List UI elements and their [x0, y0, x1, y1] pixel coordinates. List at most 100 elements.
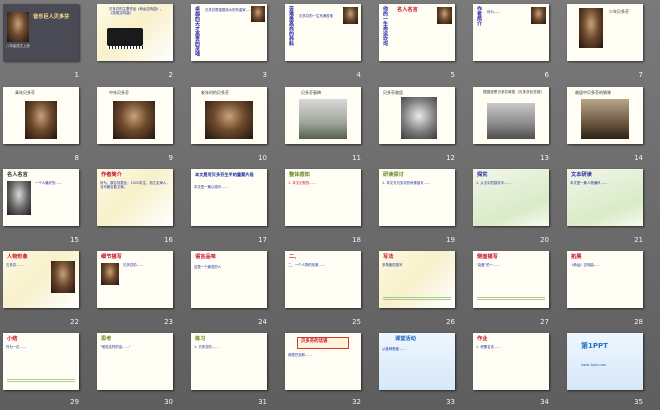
- slide-thumbnail-2[interactable]: 贝多芬的主要作品《命运交响曲》、《英雄交响曲》: [97, 4, 173, 61]
- slide-number: 30: [164, 398, 173, 406]
- slide-thumbnail-7[interactable]: 少年贝多芬: [567, 4, 643, 61]
- slide-number: 15: [70, 236, 79, 244]
- slide-thumbnail-18[interactable]: 整体感知 1. 本文记叙的……: [285, 169, 361, 226]
- museum-photo: [487, 103, 535, 139]
- slide-thumbnail-32[interactable]: 贝多芬的话语 我是巴克斯……: [285, 333, 361, 390]
- slide-title: 整体感知: [289, 172, 310, 178]
- slide-thumbnail-15[interactable]: 名人名言 一个人最好的……: [3, 169, 79, 226]
- slide-number: 16: [164, 236, 173, 244]
- slide-text: 这是一个痛苦的人: [194, 265, 222, 269]
- slide-title: 他的一生命运坎坷: [382, 6, 388, 46]
- slide-text: 贝多芬的……: [123, 263, 144, 267]
- music-staff-decoration: [477, 297, 545, 301]
- slide-thumbnail-21[interactable]: 文本研读 本文是一篇人物通讯……: [567, 169, 643, 226]
- slide-thumbnail-9[interactable]: 中年贝多芬: [97, 87, 173, 144]
- slide-title: 名人名言: [7, 172, 28, 178]
- slide-number: 20: [540, 236, 549, 244]
- slide-thumbnail-1[interactable]: 音乐巨人贝多芬 八年级语文上册: [3, 4, 79, 61]
- slide-thumbnail-14[interactable]: 故居中贝多芬的钢琴: [567, 87, 643, 144]
- slide-number: 29: [70, 398, 79, 406]
- slide-text: 何为，原名何振业，1922年生，浙江定海人，当代著名散文家。: [100, 181, 170, 190]
- slide-title: 作者简介: [476, 6, 482, 26]
- slide-caption: 贝多芬故居: [383, 90, 403, 95]
- slide-thumbnail-29[interactable]: 小结 作为一位……: [3, 333, 79, 390]
- slide-thumbnail-8[interactable]: 青年贝多芬: [3, 87, 79, 144]
- slide-thumbnail-23[interactable]: 细节描写 贝多芬的……: [97, 251, 173, 308]
- slide-subtitle: 八年级语文上册: [6, 44, 30, 48]
- slide-thumbnail-26[interactable]: 写法 多角度的描写: [379, 251, 455, 308]
- slide-title: 人物形象: [7, 254, 28, 260]
- slide-title: 本文是写贝多芬生平的重要片段: [195, 172, 254, 177]
- slide-sorter-view: 音乐巨人贝多芬 八年级语文上册 1 贝多芬的主要作品《命运交响曲》、《英雄交响曲…: [0, 0, 660, 410]
- slide-number: 26: [446, 318, 455, 326]
- slide-thumbnail-33[interactable]: 课堂活动 从各种角度……: [379, 333, 455, 390]
- slide-title: 细节描写: [101, 254, 122, 260]
- slide-thumbnail-19[interactable]: 研读探讨 1. 本文写贝多芬的肖像描写……: [379, 169, 455, 226]
- slide-thumbnail-27[interactable]: 侧面描写 “喜爱”的一……: [473, 251, 549, 308]
- slide-caption: 中年贝多芬: [109, 90, 129, 95]
- slide-thumbnail-31[interactable]: 练习 1. 贝多芬的……: [191, 333, 267, 390]
- slide-number: 23: [164, 318, 173, 326]
- slide-thumbnail-22[interactable]: 人物形象 贝多芬……: [3, 251, 79, 308]
- house-photo: [401, 97, 437, 139]
- slide-number: 17: [258, 236, 267, 244]
- beethoven-portrait: [205, 101, 253, 139]
- slide-thumbnail-35[interactable]: 第1PPT www.1ppt.com: [567, 333, 643, 390]
- piano-illustration: [107, 28, 143, 46]
- slide-thumbnail-12[interactable]: 贝多芬故居: [379, 87, 455, 144]
- slide-thumbnail-10[interactable]: 老年时的贝多芬: [191, 87, 267, 144]
- slide-number: 11: [352, 154, 361, 162]
- slide-thumbnail-17[interactable]: 本文是写贝多芬生平的重要片段 本文是一篇以描写……: [191, 169, 267, 226]
- slide-title: 研读探讨: [383, 172, 404, 178]
- slide-title: 卓越的天才高贵的灵魂: [194, 6, 200, 56]
- slide-text: 本文是一篇以描写……: [194, 185, 228, 189]
- beethoven-portrait: [437, 7, 452, 24]
- slide-number: 32: [352, 398, 361, 406]
- slide-title: 练习: [195, 336, 206, 342]
- slide-title: 课堂活动: [395, 336, 416, 342]
- slide-thumbnail-13[interactable]: 德国波恩贝多芬故居（贝多芬纪念馆）: [473, 87, 549, 144]
- slide-title: 思考: [101, 336, 112, 342]
- slide-text: “喜爱”的一……: [476, 263, 500, 267]
- slide-thumbnail-25[interactable]: 二、 二、一个人物的形象……: [285, 251, 361, 308]
- slide-title: 作者简介: [101, 172, 122, 178]
- slide-text: 1. 贝多芬的……: [194, 345, 219, 349]
- slide-number: 33: [446, 398, 455, 406]
- slide-title: 音乐巨人贝多芬: [33, 14, 70, 20]
- slide-text: 二、一个人物的形象……: [288, 263, 326, 267]
- slide-number: 9: [168, 154, 173, 162]
- slide-number: 13: [540, 154, 549, 162]
- slide-thumbnail-34[interactable]: 作业 1. 积累名言……: [473, 333, 549, 390]
- slide-caption: 老年时的贝多芬: [201, 90, 229, 95]
- slide-thumbnail-11[interactable]: 贝多芬墓碑: [285, 87, 361, 144]
- slide-caption: 故居中贝多芬的钢琴: [575, 90, 611, 95]
- slide-caption: 青年贝多芬: [15, 90, 35, 95]
- slide-number: 25: [352, 318, 361, 326]
- piano-keys: [107, 46, 143, 49]
- slide-thumbnail-20[interactable]: 探究 1. 从文中的描写中……: [473, 169, 549, 226]
- slide-thumbnail-3[interactable]: 卓越的天才高贵的灵魂 贝多芬是德国伟大的作曲家……: [191, 4, 267, 61]
- slide-text: 《命运》交响曲……: [570, 263, 601, 267]
- beethoven-portrait: [7, 12, 29, 42]
- slide-title: 侧面描写: [477, 254, 498, 260]
- slide-number: 2: [168, 71, 173, 79]
- slide-number: 35: [634, 398, 643, 406]
- slide-thumbnail-4[interactable]: 苦难是高尚的养料 贝多芬的一生充满苦难: [285, 4, 361, 61]
- slide-text: 1. 积累名言……: [476, 345, 501, 349]
- slide-text: 1. 本文写贝多芬的肖像描写……: [382, 181, 431, 185]
- slide-thumbnail-28[interactable]: 拓展 《命运》交响曲……: [567, 251, 643, 308]
- slide-number: 28: [634, 318, 643, 326]
- slide-thumbnail-6[interactable]: 作者简介 何为……: [473, 4, 549, 61]
- slide-title: 写法: [383, 254, 394, 260]
- slide-text: “他说这样的话……”: [100, 345, 131, 349]
- slide-title: 作业: [477, 336, 488, 342]
- slide-thumbnail-5[interactable]: 他的一生命运坎坷 名人名言: [379, 4, 455, 61]
- slide-title: 探究: [477, 172, 488, 178]
- slide-text: 1. 本文记叙的……: [288, 181, 317, 185]
- slide-thumbnail-24[interactable]: 语言品味 这是一个痛苦的人: [191, 251, 267, 308]
- slide-thumbnail-30[interactable]: 思考 “他说这样的话……”: [97, 333, 173, 390]
- slide-number: 34: [540, 398, 549, 406]
- slide-thumbnail-16[interactable]: 作者简介 何为，原名何振业，1922年生，浙江定海人，当代著名散文家。: [97, 169, 173, 226]
- slide-text: 本文是一篇人物通讯……: [570, 181, 608, 185]
- music-staff-decoration: [383, 297, 451, 301]
